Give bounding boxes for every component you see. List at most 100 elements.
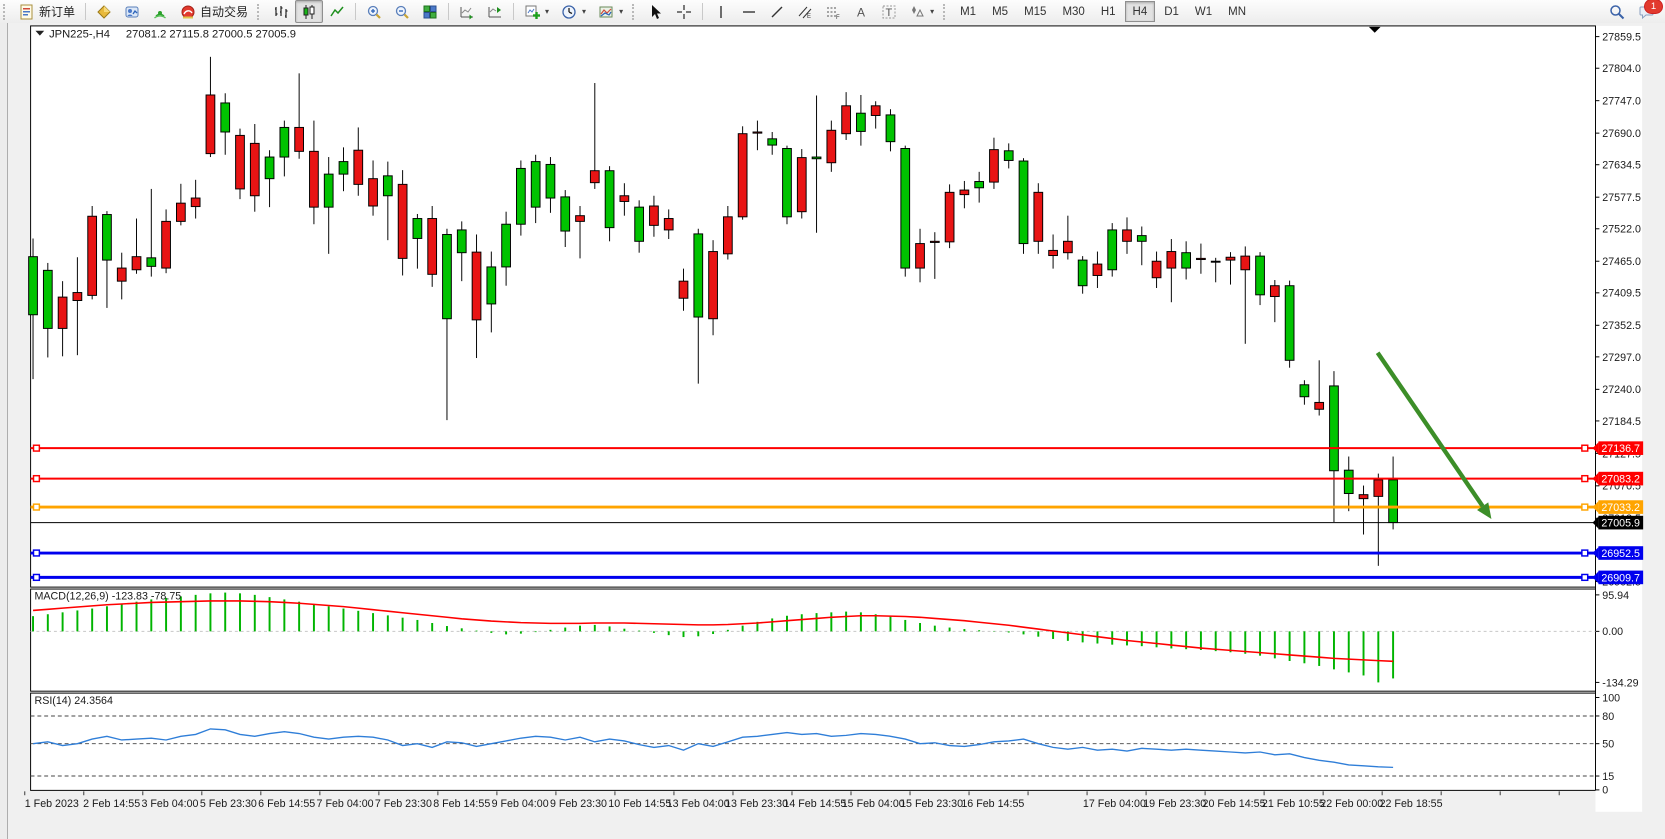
- horizontal-line-button[interactable]: [735, 0, 763, 23]
- fibonacci-icon: F: [825, 4, 841, 20]
- auto-trading-button[interactable]: 自动交易: [174, 0, 254, 23]
- svg-text:16 Feb 14:55: 16 Feb 14:55: [961, 798, 1024, 810]
- toolbar-grip[interactable]: [3, 4, 8, 20]
- new-chart-button[interactable]: ▾: [518, 0, 555, 23]
- svg-text:13 Feb 04:00: 13 Feb 04:00: [667, 798, 730, 810]
- timeframe-group: M1M5M15M30H1H4D1W1MN: [953, 1, 1253, 22]
- timeframe-m5[interactable]: M5: [985, 2, 1015, 21]
- fibonacci-button[interactable]: F: [819, 0, 847, 23]
- notifications-button[interactable]: 1: [1639, 4, 1655, 20]
- notification-badge: 1: [1644, 0, 1663, 14]
- svg-text:27465.0: 27465.0: [1602, 256, 1641, 268]
- equidistant-channel-button[interactable]: E: [791, 0, 819, 23]
- svg-text:27240.0: 27240.0: [1602, 384, 1641, 396]
- svg-text:27297.0: 27297.0: [1602, 352, 1641, 364]
- svg-text:RSI(14) 24.3564: RSI(14) 24.3564: [34, 695, 112, 707]
- zoom-out-button[interactable]: [388, 0, 416, 23]
- toolbar-grip[interactable]: [632, 4, 637, 20]
- chart-shift-button[interactable]: [481, 0, 509, 23]
- trendline-button[interactable]: [763, 0, 791, 23]
- zoom-in-button[interactable]: [360, 0, 388, 23]
- svg-text:9 Feb 23:30: 9 Feb 23:30: [550, 798, 607, 810]
- candlestick-chart-icon: [301, 4, 317, 20]
- svg-text:1 Feb 2023: 1 Feb 2023: [25, 798, 79, 810]
- timeframe-m15[interactable]: M15: [1017, 2, 1053, 21]
- arrows-button[interactable]: ▾: [903, 0, 940, 23]
- svg-text:27083.2: 27083.2: [1601, 473, 1640, 485]
- timeframe-h4[interactable]: H4: [1125, 1, 1156, 22]
- svg-text:5 Feb 23:30: 5 Feb 23:30: [200, 798, 257, 810]
- text-label-button[interactable]: T: [875, 0, 903, 23]
- cursor-button[interactable]: [642, 0, 670, 23]
- new-chart-icon: [524, 4, 540, 20]
- line-chart-button[interactable]: [323, 0, 351, 23]
- svg-text:E: E: [807, 14, 811, 20]
- svg-text:T: T: [886, 7, 893, 19]
- chevron-down-icon: ▾: [930, 7, 934, 16]
- timeframe-m1[interactable]: M1: [953, 2, 983, 21]
- svg-text:JPN225-,H4: JPN225-,H4: [49, 29, 110, 41]
- svg-text:27081.2 27115.8 27000.5 27005.: 27081.2 27115.8 27000.5 27005.9: [126, 29, 296, 41]
- tile-windows-icon: [422, 4, 438, 20]
- crosshair-button[interactable]: [670, 0, 698, 23]
- svg-text:27859.5: 27859.5: [1602, 32, 1641, 44]
- trendline-icon: [769, 4, 785, 20]
- svg-text:27409.5: 27409.5: [1602, 288, 1641, 300]
- svg-text:27033.2: 27033.2: [1601, 502, 1640, 514]
- crosshair-icon: [676, 4, 692, 20]
- window-left-edge: [0, 23, 8, 839]
- svg-text:20 Feb 14:55: 20 Feb 14:55: [1203, 798, 1266, 810]
- timeframe-mn[interactable]: MN: [1221, 2, 1253, 21]
- svg-text:27747.0: 27747.0: [1602, 96, 1641, 108]
- svg-text:14 Feb 14:55: 14 Feb 14:55: [783, 798, 846, 810]
- svg-text:27136.7: 27136.7: [1601, 443, 1640, 455]
- main-toolbar: 新订单 自动交易: [0, 0, 1665, 24]
- timeframe-w1[interactable]: W1: [1188, 2, 1219, 21]
- text-button[interactable]: A: [847, 0, 875, 23]
- shapes-icon: [909, 4, 925, 20]
- data-window-button[interactable]: [118, 0, 146, 23]
- svg-text:2 Feb 14:55: 2 Feb 14:55: [83, 798, 140, 810]
- timeframe-m30[interactable]: M30: [1055, 2, 1091, 21]
- signals-button[interactable]: [146, 0, 174, 23]
- svg-text:F: F: [836, 15, 840, 20]
- chart-area[interactable]: 27859.527804.027747.027690.027634.527577…: [0, 23, 1665, 839]
- svg-text:9 Feb 04:00: 9 Feb 04:00: [492, 798, 549, 810]
- equidistant-channel-icon: E: [797, 4, 813, 20]
- price-chart[interactable]: 27859.527804.027747.027690.027634.527577…: [0, 23, 1665, 839]
- svg-text:0: 0: [1602, 784, 1608, 796]
- zoom-out-icon: [394, 4, 410, 20]
- svg-text:27005.9: 27005.9: [1601, 518, 1640, 530]
- svg-text:A: A: [857, 5, 865, 19]
- timeframe-d1[interactable]: D1: [1157, 2, 1186, 21]
- svg-text:13 Feb 23:30: 13 Feb 23:30: [725, 798, 788, 810]
- new-order-icon: [19, 4, 35, 20]
- search-icon[interactable]: [1609, 4, 1625, 20]
- auto-trading-label: 自动交易: [200, 3, 248, 20]
- profile-chart-icon: [124, 4, 140, 20]
- toolbar-grip[interactable]: [257, 4, 262, 20]
- new-order-button[interactable]: 新订单: [13, 0, 81, 23]
- signal-icon: [152, 4, 168, 20]
- auto-scroll-button[interactable]: [453, 0, 481, 23]
- timeframe-h1[interactable]: H1: [1094, 2, 1123, 21]
- toolbar-grip[interactable]: [943, 4, 948, 20]
- svg-text:MACD(12,26,9) -123.83 -78.75: MACD(12,26,9) -123.83 -78.75: [34, 591, 181, 603]
- svg-text:10 Feb 14:55: 10 Feb 14:55: [608, 798, 671, 810]
- chevron-down-icon: ▾: [545, 7, 549, 16]
- svg-text:8 Feb 14:55: 8 Feb 14:55: [433, 798, 490, 810]
- bar-chart-button[interactable]: [267, 0, 295, 23]
- clock-icon: [561, 4, 577, 20]
- chevron-down-icon: ▾: [582, 7, 586, 16]
- new-order-label: 新订单: [39, 3, 75, 20]
- market-watch-button[interactable]: [90, 0, 118, 23]
- svg-text:22 Feb 18:55: 22 Feb 18:55: [1380, 798, 1443, 810]
- svg-text:0.00: 0.00: [1602, 626, 1623, 638]
- candlestick-chart-button[interactable]: [295, 0, 323, 23]
- tile-windows-button[interactable]: [416, 0, 444, 23]
- svg-text:15: 15: [1602, 771, 1614, 783]
- zoom-in-icon: [366, 4, 382, 20]
- templates-button[interactable]: ▾: [592, 0, 629, 23]
- periods-button[interactable]: ▾: [555, 0, 592, 23]
- vertical-line-button[interactable]: [707, 0, 735, 23]
